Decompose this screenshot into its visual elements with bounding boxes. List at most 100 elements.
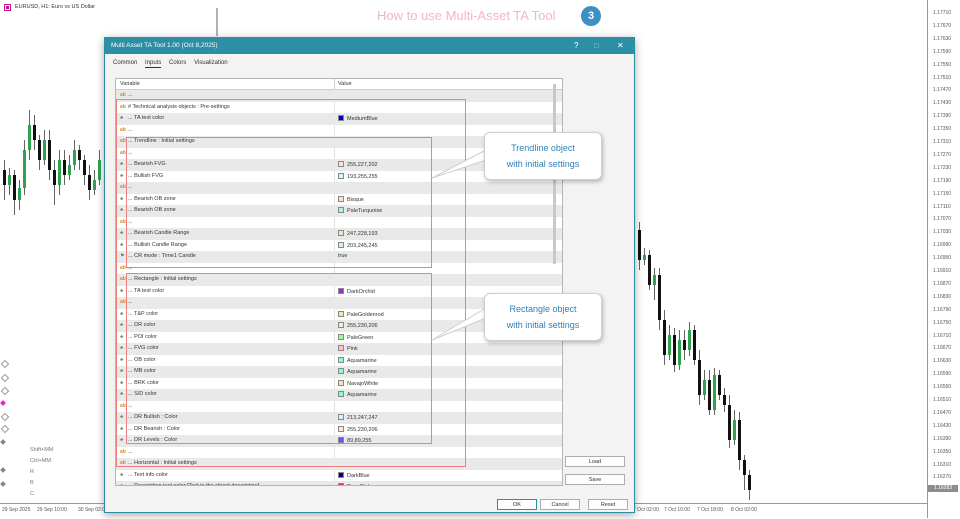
- color-type-icon: ♣: [120, 483, 124, 486]
- price-tick-label: 1.16310: [933, 461, 952, 468]
- variable-name: ... Description text color [Text in the …: [128, 483, 260, 486]
- candle-body: [78, 150, 81, 160]
- reset-button[interactable]: Reset: [588, 499, 628, 510]
- time-tick-label: 8 Oct 02:00: [731, 507, 757, 513]
- time-tick-label: 7 Oct 10:00: [664, 507, 690, 513]
- price-tick-label: 1.16790: [933, 306, 952, 313]
- candle-body: [698, 360, 701, 395]
- rectangle-highlight: [126, 273, 432, 444]
- price-tick-label: 1.16430: [933, 422, 952, 429]
- candle-body: [33, 125, 36, 140]
- price-tick-label: 1.16950: [933, 255, 952, 262]
- candle-body: [733, 420, 736, 440]
- candle-body: [693, 330, 696, 360]
- candle-body: [743, 460, 746, 475]
- candle-body: [663, 320, 666, 355]
- candle-body: [53, 170, 56, 185]
- table-header: Variable Value: [116, 79, 562, 90]
- ok-button[interactable]: OK: [497, 499, 537, 510]
- candle-body: [683, 340, 686, 350]
- table-row[interactable]: ♣ ... Description text color [Text in the…: [116, 481, 562, 486]
- price-tick-label: 1.17310: [933, 139, 952, 145]
- candle-body: [38, 140, 41, 160]
- price-tick-label: 1.16270: [933, 474, 952, 481]
- price-tick-label: 1.16590: [933, 371, 952, 378]
- price-tick-label: 1.17430: [933, 100, 952, 107]
- time-tick-label: 7 Oct 18:00: [697, 507, 723, 513]
- load-button[interactable]: Load: [565, 456, 625, 467]
- dialog-title: Multi Asset TA Tool 1.00 (Oct 8,2025): [111, 42, 218, 49]
- price-tick-label: 1.17550: [933, 61, 952, 68]
- candle-body: [638, 230, 641, 260]
- cancel-button[interactable]: Cancel: [540, 499, 580, 510]
- price-tick-label: 1.16470: [933, 409, 952, 416]
- trendline-callout: Trendline object with initial settings: [484, 132, 602, 180]
- candle-body: [703, 380, 706, 395]
- tab-common[interactable]: Common: [113, 60, 137, 67]
- save-button[interactable]: Save: [565, 474, 625, 485]
- candle-body: [648, 255, 651, 285]
- price-tick-label: 1.16510: [933, 397, 952, 403]
- chart-symbol: EURUSD, H1: Euro vs US Dollar: [15, 4, 96, 10]
- price-tick-label: 1.16870: [933, 280, 952, 287]
- table-row[interactable]: ♣ ... Text info color DarkBlue: [116, 470, 562, 482]
- column-value[interactable]: Value: [338, 81, 352, 87]
- tab-visualization[interactable]: Visualization: [194, 60, 228, 67]
- candle-body: [658, 275, 661, 320]
- candle-body: [43, 140, 46, 160]
- column-variable[interactable]: Variable: [120, 81, 140, 87]
- help-icon[interactable]: ?: [574, 41, 578, 50]
- candle-body: [643, 255, 646, 260]
- variable-value-text: DarkBlue: [347, 472, 370, 479]
- candle-body: [68, 165, 71, 175]
- time-tick-label: 7 Oct 02:00: [633, 507, 659, 513]
- time-tick-label: 29 Sep 2025: [2, 507, 31, 513]
- candle-body: [58, 160, 61, 185]
- price-tick-label: 1.16390: [933, 435, 952, 442]
- color-swatch[interactable]: [338, 483, 344, 485]
- string-type-icon: ab: [120, 92, 126, 98]
- symbol-icon: [4, 4, 11, 11]
- candle-body: [98, 160, 101, 180]
- price-tick-label: 1.16830: [933, 293, 952, 300]
- color-type-icon: ♣: [120, 471, 124, 478]
- price-tick-label: 1.17510: [933, 74, 952, 81]
- hotkey-label: Shift+MM: [30, 447, 54, 453]
- close-icon[interactable]: ✕: [617, 41, 624, 50]
- hotkey-label: C: [30, 491, 34, 497]
- candle-body: [713, 375, 716, 410]
- candle-body: [18, 188, 21, 200]
- candle-body: [28, 125, 31, 150]
- variable-value[interactable]: DeepPink: [338, 483, 371, 485]
- candle-body: [8, 175, 11, 185]
- candle-body: [23, 150, 26, 188]
- variable-value[interactable]: DarkBlue: [338, 471, 370, 479]
- time-tick-label: 29 Sep 10:00: [37, 507, 67, 513]
- price-tick-label: 1.16670: [933, 345, 952, 352]
- price-tick-label: 1.16350: [933, 448, 952, 455]
- color-swatch[interactable]: [338, 471, 344, 478]
- tab-colors[interactable]: Colors: [169, 60, 186, 67]
- candle-body: [668, 335, 671, 355]
- candle-body: [653, 275, 656, 285]
- price-tick-label: 1.16910: [933, 268, 952, 274]
- candle-body: [88, 175, 91, 190]
- dialog-titlebar[interactable]: Multi Asset TA Tool 1.00 (Oct 8,2025) ? …: [105, 38, 634, 54]
- price-tick-label: 1.16550: [933, 384, 952, 391]
- price-tick-label: 1.17190: [933, 177, 952, 184]
- price-tick-label: 1.17110: [933, 203, 951, 210]
- candle-body: [728, 405, 731, 440]
- hotkey-label: Ctrl+MM: [30, 458, 51, 464]
- candle-body: [673, 335, 676, 365]
- price-tick-label: 1.17030: [933, 229, 952, 236]
- price-tick-label: 1.17270: [933, 151, 952, 158]
- price-tick-label: 1.17670: [933, 22, 952, 29]
- tab-inputs[interactable]: Inputs: [145, 60, 162, 68]
- maximize-icon[interactable]: □: [594, 41, 599, 50]
- price-axis[interactable]: 1.17710 1.17670 1.17630 1.17590 1.17550 1.175…: [927, 0, 960, 518]
- candle-body: [723, 395, 726, 405]
- candle-body: [73, 150, 76, 165]
- price-tick-label: 1.17710: [933, 10, 952, 16]
- candle-body: [748, 475, 751, 490]
- price-tick-label: 1.16710: [933, 332, 952, 339]
